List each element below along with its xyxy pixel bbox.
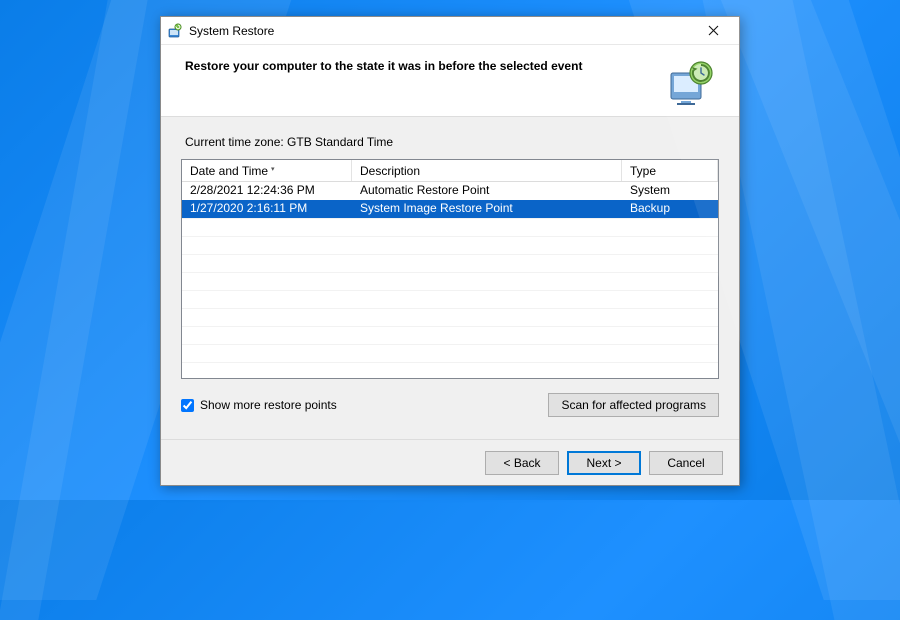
restore-icon — [167, 23, 183, 39]
cell-type: Backup — [622, 200, 718, 218]
list-body: 2/28/2021 12:24:36 PM Automatic Restore … — [182, 182, 718, 378]
column-label: Type — [630, 164, 656, 178]
cancel-button[interactable]: Cancel — [649, 451, 723, 475]
list-empty-row — [182, 344, 718, 362]
close-icon — [708, 23, 719, 39]
titlebar: System Restore — [161, 17, 739, 45]
column-header-date[interactable]: Date and Time ▾ — [182, 160, 352, 181]
dialog-content: Current time zone: GTB Standard Time Dat… — [161, 117, 739, 439]
below-list-bar: Show more restore points Scan for affect… — [181, 393, 719, 417]
cell-date: 2/28/2021 12:24:36 PM — [182, 182, 352, 200]
restore-header-icon — [667, 59, 715, 107]
list-empty-row — [182, 290, 718, 308]
close-button[interactable] — [693, 18, 733, 44]
list-empty-row — [182, 308, 718, 326]
list-empty-row — [182, 254, 718, 272]
list-empty-row — [182, 362, 718, 378]
list-header: Date and Time ▾ Description Type — [182, 160, 718, 182]
system-restore-dialog: System Restore Restore your computer to … — [160, 16, 740, 486]
column-label: Date and Time — [190, 164, 268, 178]
restore-points-list: Date and Time ▾ Description Type 2/28/20… — [181, 159, 719, 379]
dialog-header: Restore your computer to the state it wa… — [161, 45, 739, 117]
list-empty-row — [182, 236, 718, 254]
cell-description: Automatic Restore Point — [352, 182, 622, 200]
scan-programs-button[interactable]: Scan for affected programs — [548, 393, 719, 417]
next-button[interactable]: Next > — [567, 451, 641, 475]
window-title: System Restore — [189, 24, 693, 38]
cell-date: 1/27/2020 2:16:11 PM — [182, 200, 352, 218]
column-header-type[interactable]: Type — [622, 160, 718, 181]
show-more-input[interactable] — [181, 399, 194, 412]
dialog-footer: < Back Next > Cancel — [161, 439, 739, 485]
restore-point-row[interactable]: 2/28/2021 12:24:36 PM Automatic Restore … — [182, 182, 718, 200]
show-more-checkbox[interactable]: Show more restore points — [181, 398, 337, 412]
restore-point-row[interactable]: 1/27/2020 2:16:11 PM System Image Restor… — [182, 200, 718, 218]
list-empty-row — [182, 272, 718, 290]
cell-type: System — [622, 182, 718, 200]
cell-description: System Image Restore Point — [352, 200, 622, 218]
list-empty-row — [182, 218, 718, 236]
back-button[interactable]: < Back — [485, 451, 559, 475]
column-header-description[interactable]: Description — [352, 160, 622, 181]
header-heading: Restore your computer to the state it wa… — [185, 59, 582, 73]
sort-indicator-icon: ▾ — [271, 166, 275, 173]
checkbox-label: Show more restore points — [200, 398, 337, 412]
column-label: Description — [360, 164, 420, 178]
list-empty-row — [182, 326, 718, 344]
timezone-label: Current time zone: GTB Standard Time — [185, 135, 715, 149]
